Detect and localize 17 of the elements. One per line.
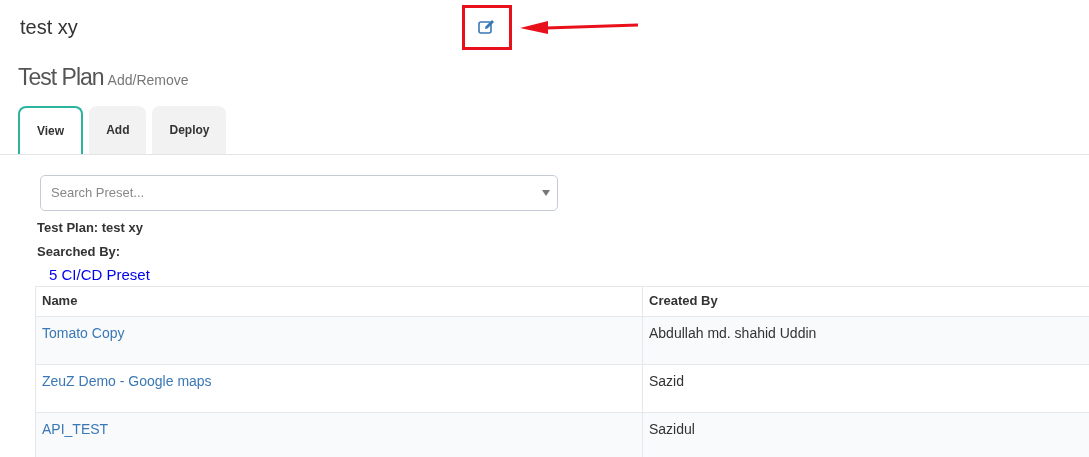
tab[interactable]: Deploy <box>152 105 227 154</box>
search-select[interactable]: Search Preset... <box>40 174 558 211</box>
column-header: Name <box>35 286 643 316</box>
section-title: Test Plan <box>18 63 104 92</box>
tab[interactable]: Add <box>89 105 147 154</box>
page-title: test xy <box>20 15 79 40</box>
searched-by-label: Searched By: <box>37 243 121 259</box>
dropdown-caret-icon <box>542 189 550 196</box>
preset-name-link[interactable]: Tomato Copy <box>42 324 125 341</box>
edit-icon[interactable] <box>478 19 496 35</box>
preset-name-link[interactable]: API_TEST <box>42 420 109 437</box>
preset-name-link[interactable]: ZeuZ Demo - Google maps <box>42 372 212 389</box>
preset-link[interactable]: 5 CI/CD Preset <box>49 265 150 283</box>
tab[interactable]: View <box>18 105 84 154</box>
section-subtitle: Add/Remove <box>107 71 189 90</box>
plan-label: Test Plan: test xy <box>37 219 143 235</box>
column-header: Created By <box>642 286 1089 316</box>
